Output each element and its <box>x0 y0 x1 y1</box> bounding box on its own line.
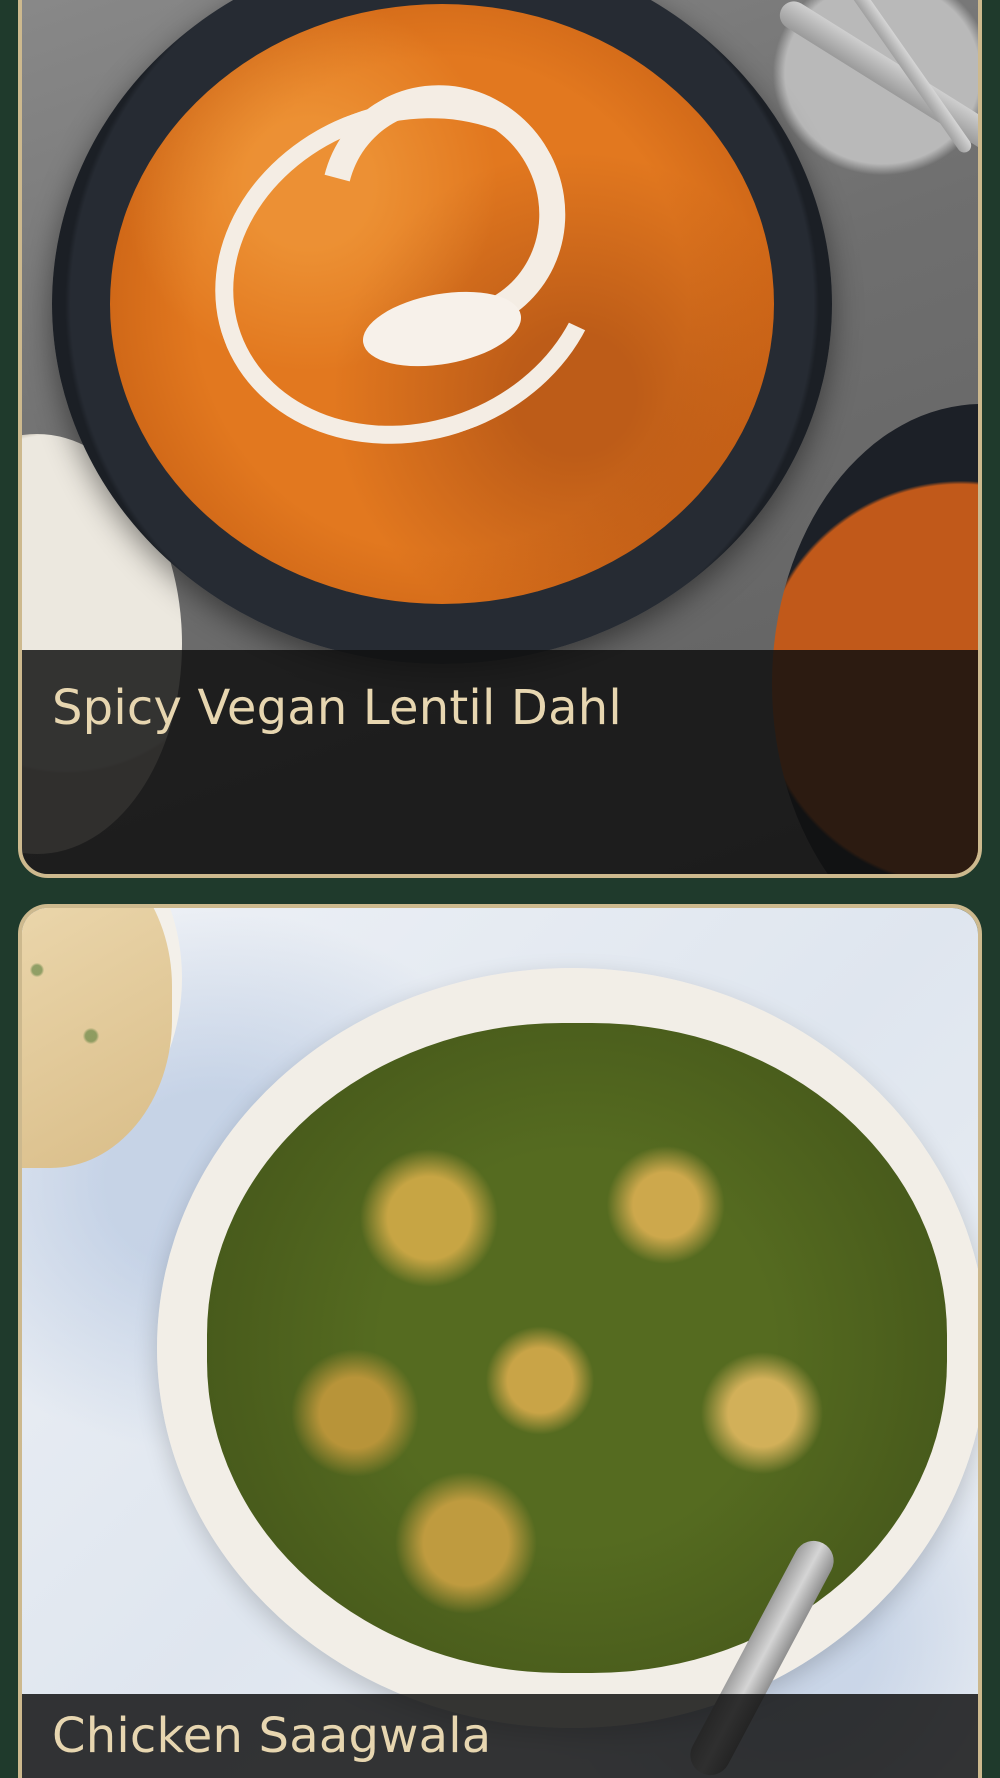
recipe-title[interactable]: Spicy Vegan Lentil Dahl <box>52 680 622 736</box>
recipe-title[interactable]: Chicken Saagwala <box>52 1708 491 1764</box>
chicken-saag <box>207 1023 947 1673</box>
recipe-feed: Spicy Vegan Lentil Dahl Chicken Saagwala <box>0 0 1000 1778</box>
recipe-card-chicken-saagwala[interactable]: Chicken Saagwala <box>18 904 982 1778</box>
recipe-caption-bar: Spicy Vegan Lentil Dahl <box>22 650 978 874</box>
naan-bread <box>22 908 172 1168</box>
recipe-card-lentil-dahl[interactable]: Spicy Vegan Lentil Dahl <box>18 0 982 878</box>
recipe-caption-bar: Chicken Saagwala <box>22 1694 978 1778</box>
recipe-photo-chicken-saagwala <box>22 908 978 1778</box>
